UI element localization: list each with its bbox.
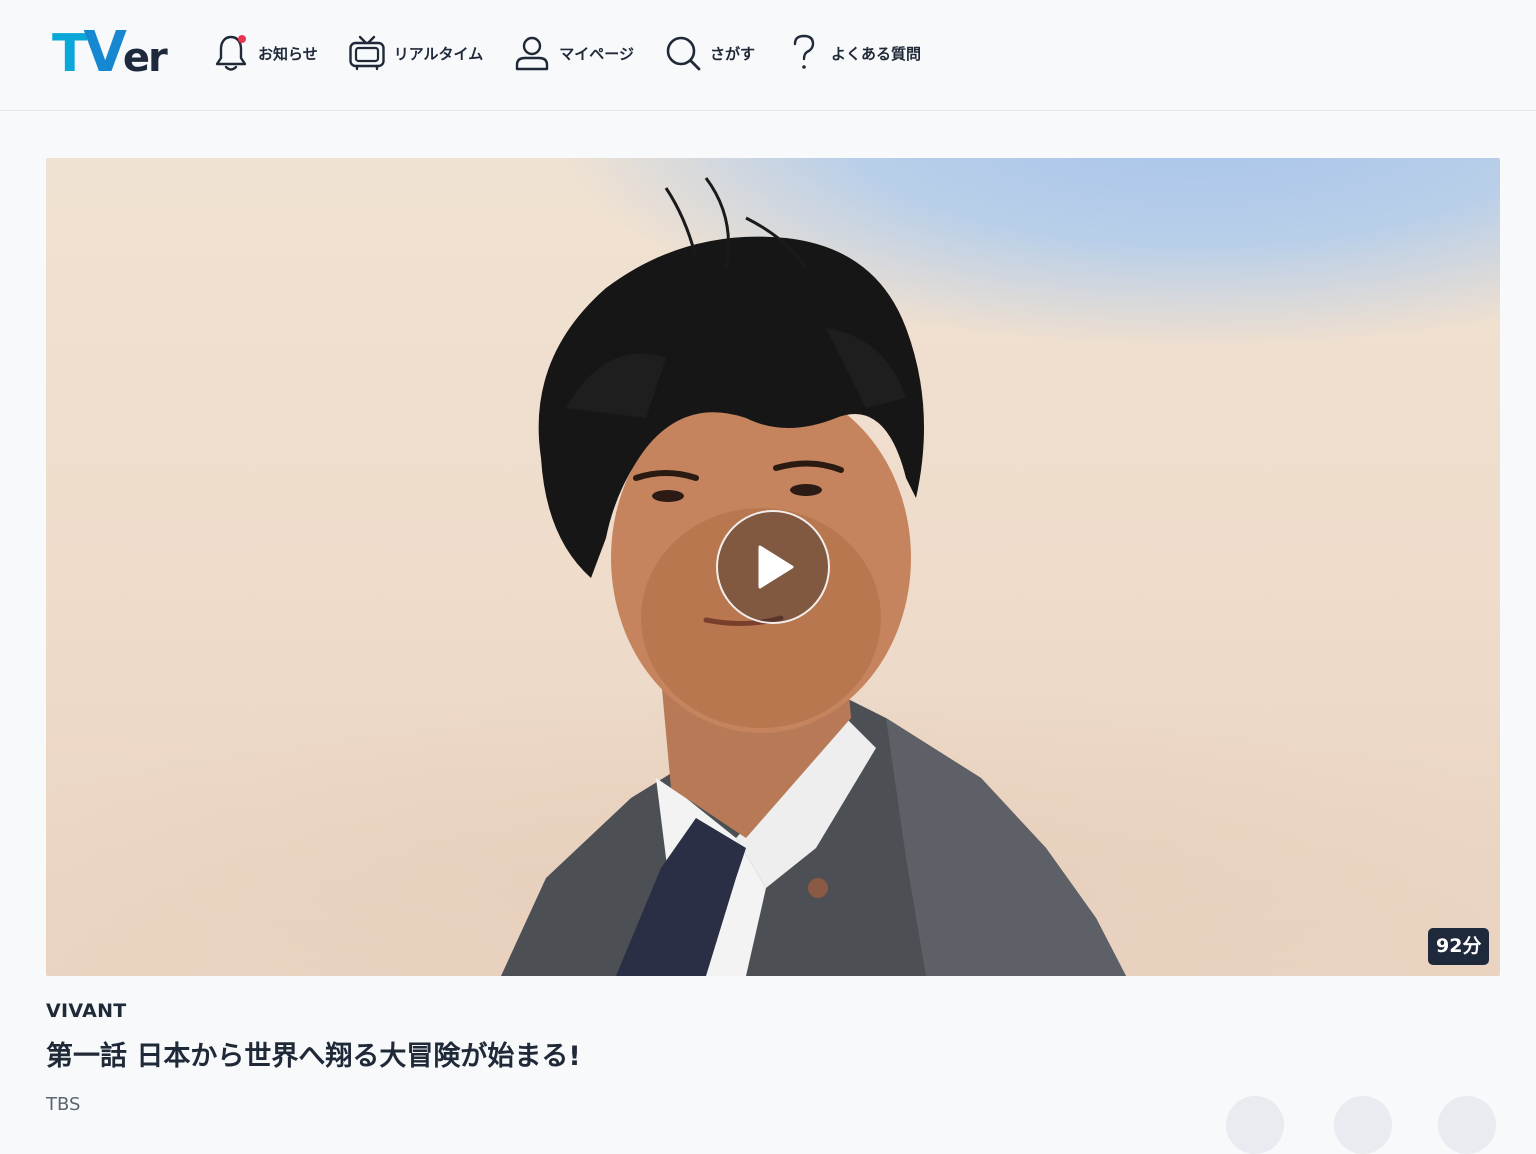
nav-label: リアルタイム (393, 44, 484, 63)
tver-logo[interactable]: TVer (52, 24, 168, 84)
favorite-button[interactable] (1334, 1096, 1392, 1154)
nav-item-search[interactable]: さがす (664, 30, 755, 76)
nav-item-faq[interactable]: よくある質問 (785, 30, 921, 76)
user-icon (513, 33, 551, 73)
question-icon (785, 33, 823, 73)
main-nav: お知らせ リアルタイム マイページ さがす よくある質問 (212, 30, 951, 76)
nav-label: お知らせ (258, 44, 318, 63)
bell-icon (212, 33, 250, 73)
nav-item-mypage[interactable]: マイページ (513, 30, 634, 76)
episode-title: 第一話 日本から世界へ翔る大冒険が始まる! (46, 1041, 581, 1072)
share-button[interactable] (1226, 1096, 1284, 1154)
nav-label: マイページ (559, 44, 634, 63)
episode-thumbnail[interactable]: 92分 (46, 158, 1500, 976)
notification-dot (238, 35, 246, 43)
nav-label: よくある質問 (830, 44, 921, 63)
nav-item-realtime[interactable]: リアルタイム (348, 30, 484, 76)
site-header: TVer お知らせ リアルタイム マイページ さがす よくある質問 (0, 0, 1536, 111)
tv-icon (348, 33, 386, 73)
nav-item-notifications[interactable]: お知らせ (212, 30, 318, 76)
series-title[interactable]: VIVANT (46, 1000, 127, 1022)
more-button[interactable] (1438, 1096, 1496, 1154)
search-icon (664, 33, 702, 73)
play-icon (758, 545, 794, 589)
nav-label: さがす (709, 44, 755, 63)
play-button[interactable] (716, 510, 830, 624)
duration-badge: 92分 (1428, 928, 1490, 965)
